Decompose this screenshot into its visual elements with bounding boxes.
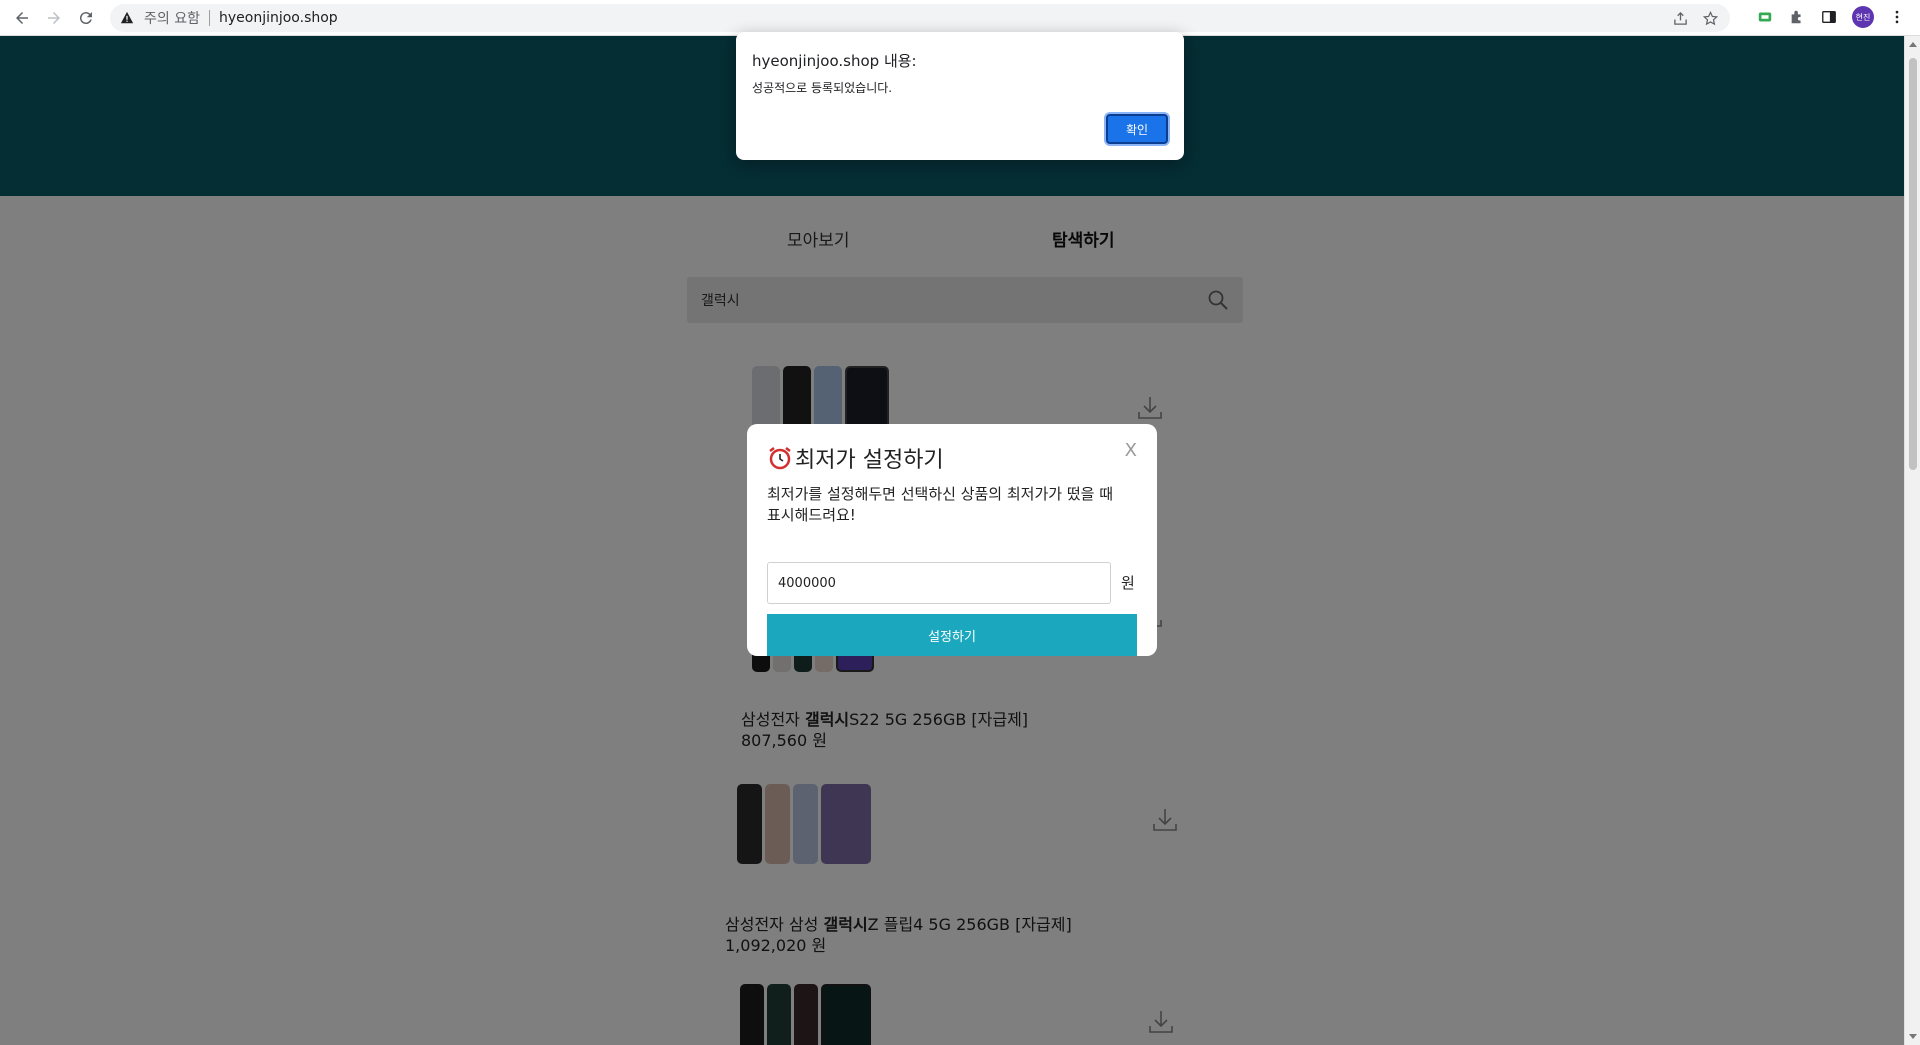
alarm-clock-icon — [769, 447, 791, 470]
extensions-puzzle-icon[interactable] — [1788, 8, 1806, 26]
close-button[interactable]: X — [1125, 440, 1137, 461]
extension-icon-green[interactable] — [1756, 8, 1774, 26]
url-text[interactable]: hyeonjinjoo.shop — [219, 10, 338, 26]
divider — [208, 10, 210, 26]
address-bar[interactable]: 주의 요함 hyeonjinjoo.shop — [110, 4, 1730, 32]
forward-icon[interactable] — [42, 6, 66, 30]
scroll-down-arrow-icon[interactable] — [1909, 1034, 1917, 1039]
alert-title: hyeonjinjoo.shop 내용: — [752, 52, 917, 70]
alert-message: 성공적으로 등록되었습니다. — [752, 81, 893, 95]
security-warning-text[interactable]: 주의 요함 — [144, 8, 200, 28]
menu-kebab-icon[interactable] — [1888, 8, 1906, 26]
set-price-button[interactable]: 설정하기 — [767, 614, 1137, 656]
page-scrollbar[interactable] — [1904, 36, 1920, 1045]
back-icon[interactable] — [10, 6, 34, 30]
bookmark-star-icon[interactable] — [1702, 10, 1718, 26]
warning-icon[interactable] — [120, 10, 136, 26]
modal-description: 최저가를 설정해두면 선택하신 상품의 최저가가 떴을 때 표시해드려요! — [767, 485, 1114, 524]
modal-title-text: 최저가 설정하기 — [795, 448, 944, 473]
lowest-price-modal: 최저가 설정하기 X 최저가를 설정해두면 선택하신 상품의 최저가가 떴을 때… — [747, 424, 1157, 656]
reload-icon[interactable] — [74, 6, 98, 30]
profile-avatar[interactable]: 현진 — [1852, 6, 1874, 28]
modal-title: 최저가 설정하기 — [767, 442, 944, 474]
side-panel-icon[interactable] — [1820, 8, 1838, 26]
browser-alert-dialog: hyeonjinjoo.shop 내용: 성공적으로 등록되었습니다. 확인 — [736, 32, 1184, 160]
share-icon[interactable] — [1672, 10, 1688, 26]
scrollbar-thumb[interactable] — [1909, 58, 1917, 470]
ok-button[interactable]: 확인 — [1106, 114, 1168, 144]
browser-toolbar: 주의 요함 hyeonjinjoo.shop 현진 — [0, 0, 1920, 36]
scroll-up-arrow-icon[interactable] — [1909, 42, 1917, 47]
currency-unit-label: 원 — [1121, 574, 1135, 592]
target-price-input[interactable] — [767, 562, 1111, 604]
